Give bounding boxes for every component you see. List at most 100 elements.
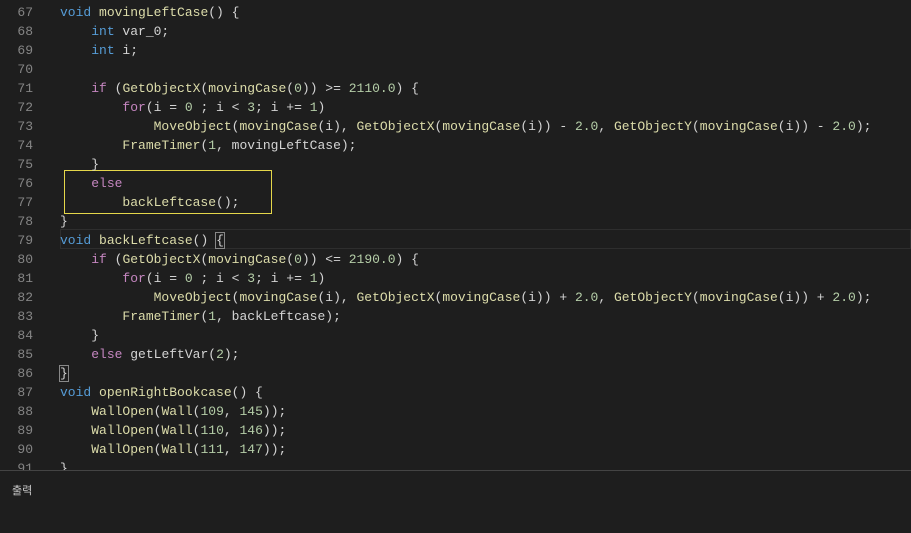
line-code: int var_0; (60, 22, 169, 41)
keyword: int (91, 43, 115, 58)
code-text: ); (855, 119, 872, 134)
line-number: 77 (17, 195, 33, 210)
function-name: movingCase (208, 81, 287, 96)
line-number: 70 (17, 62, 33, 77)
code-line[interactable]: 86} (0, 364, 911, 383)
line-code: MoveObject(movingCase(i), GetObjectX(mov… (60, 117, 872, 136)
number-literal: 0 (184, 271, 193, 286)
code-line[interactable]: 71 if (GetObjectX(movingCase(0)) >= 2110… (0, 79, 911, 98)
code-text: } (60, 461, 68, 470)
number-literal: 0 (294, 81, 302, 96)
code-text: i; (114, 43, 139, 58)
line-code: else getLeftVar(2); (60, 345, 239, 364)
code-text: ; i < (192, 271, 248, 286)
code-text: )); (262, 423, 287, 438)
function-name: WallOpen (91, 423, 154, 438)
code-text: var_0; (114, 24, 170, 39)
code-line[interactable]: 67 void movingLeftCase() { (0, 3, 911, 22)
keyword: void (60, 233, 92, 248)
number-literal: 145 (239, 404, 263, 419)
function-name: FrameTimer (122, 138, 201, 153)
line-number: 81 (17, 271, 33, 286)
code-editor[interactable]: 67 void movingLeftCase() {68 int var_0; 69… (0, 0, 911, 470)
function-name: movingCase (699, 119, 778, 134)
code-line[interactable]: 70 (0, 60, 911, 79)
line-code: void movingLeftCase() { (60, 3, 239, 22)
code-line[interactable]: 74 FrameTimer(1, movingLeftCase); (0, 136, 911, 155)
code-line[interactable]: 84 } (0, 326, 911, 345)
code-text: ( (286, 252, 295, 267)
function-name: movingCase (239, 119, 318, 134)
code-line[interactable]: 87 void openRightBookcase() { (0, 383, 911, 402)
code-text: (i)) - (777, 119, 833, 134)
code-text: } (60, 214, 68, 229)
code-line[interactable]: 79 void backLeftcase() { (0, 231, 911, 250)
line-number: 72 (17, 100, 33, 115)
code-line[interactable]: 85 else getLeftVar(2); (0, 345, 911, 364)
code-line[interactable]: 83 FrameTimer(1, backLeftcase); (0, 307, 911, 326)
code-line[interactable]: 76 else (0, 174, 911, 193)
code-line[interactable]: 69 int i; (0, 41, 911, 60)
number-literal: 0 (184, 100, 193, 115)
code-line[interactable]: 78} (0, 212, 911, 231)
code-line[interactable]: 68 int var_0; (0, 22, 911, 41)
output-panel[interactable]: 출력 (0, 470, 911, 533)
code-line[interactable]: 72 for(i = 0 ; i < 3; i += 1) (0, 98, 911, 117)
line-number: 85 (17, 347, 33, 362)
code-line[interactable]: 88 WallOpen(Wall(109, 145)); (0, 402, 911, 421)
code-line[interactable]: 80 if (GetObjectX(movingCase(0)) <= 2190… (0, 250, 911, 269)
number-literal: 147 (239, 442, 263, 457)
output-panel-title[interactable]: 출력 (12, 482, 32, 498)
keyword: int (91, 24, 115, 39)
control-keyword: for (122, 100, 146, 115)
function-name: MoveObject (153, 290, 232, 305)
keyword: void (60, 385, 92, 400)
line-number: 69 (17, 43, 33, 58)
function-name: GetObjectX (122, 81, 201, 96)
line-code: void openRightBookcase() { (60, 383, 263, 402)
function-name: backLeftcase (99, 233, 193, 248)
function-name: openRightBookcase (99, 385, 232, 400)
line-code: WallOpen(Wall(111, 147)); (60, 440, 286, 459)
line-number: 73 (17, 119, 33, 134)
code-line[interactable]: 82 MoveObject(movingCase(i), GetObjectX(… (0, 288, 911, 307)
code-text: ; i += (255, 271, 310, 286)
number-literal: 109 (200, 404, 224, 419)
code-text: () { (208, 5, 240, 20)
code-text: () (192, 233, 217, 248)
line-code: int i; (60, 41, 138, 60)
code-line[interactable]: 90 WallOpen(Wall(111, 147)); (0, 440, 911, 459)
code-text: , backLeftcase); (216, 309, 341, 324)
code-line[interactable]: 73 MoveObject(movingCase(i), GetObjectX(… (0, 117, 911, 136)
line-code: } (60, 155, 99, 174)
code-text: ) (317, 100, 326, 115)
code-text: ); (223, 347, 240, 362)
number-literal: 2190.0 (348, 252, 396, 267)
code-line[interactable]: 81 for(i = 0 ; i < 3; i += 1) (0, 269, 911, 288)
code-line[interactable]: 77 backLeftcase(); (0, 193, 911, 212)
code-text: (i)) + (777, 290, 833, 305)
code-text: ( (691, 119, 700, 134)
code-text: )) >= (301, 81, 349, 96)
code-text: getLeftVar( (122, 347, 217, 362)
control-keyword: else (91, 347, 123, 362)
code-line[interactable]: 91} (0, 459, 911, 470)
line-number: 76 (17, 176, 33, 191)
code-line[interactable]: 89 WallOpen(Wall(110, 146)); (0, 421, 911, 440)
line-code: } (60, 459, 68, 470)
matched-bracket: } (59, 365, 69, 382)
code-text: , movingLeftCase); (216, 138, 357, 153)
line-number: 68 (17, 24, 33, 39)
code-line[interactable]: 75 } (0, 155, 911, 174)
code-text: (i = (145, 271, 185, 286)
keyword: void (60, 5, 92, 20)
